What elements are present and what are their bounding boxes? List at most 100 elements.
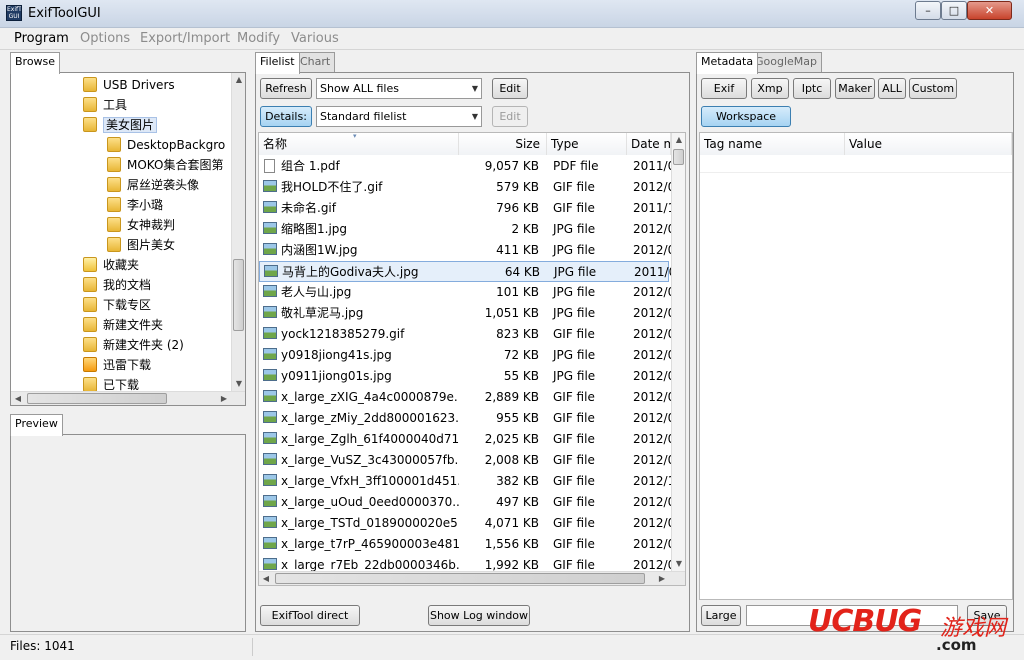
column-header-name[interactable]: 名称 ▾ [259, 133, 459, 155]
file-row[interactable]: x_large_zMiy_2dd800001623... 955 KB GIF fi… [259, 408, 671, 429]
scroll-left-icon[interactable]: ◀ [259, 572, 273, 585]
tree-item-label: 李小璐 [127, 198, 164, 212]
filter-edit-button[interactable]: Edit [492, 78, 528, 99]
folder-icon [107, 137, 121, 152]
image-file-icon [263, 453, 277, 465]
scroll-down-icon[interactable]: ▼ [672, 557, 685, 571]
column-header-tag-name[interactable]: Tag name [700, 133, 845, 155]
iptc-button[interactable]: Iptc [793, 78, 831, 99]
menu-various[interactable]: Various [291, 31, 339, 46]
custom-button[interactable]: Custom [909, 78, 957, 99]
tree-item[interactable]: 迅雷下载 [83, 355, 151, 375]
file-row[interactable]: 内涵图1W.jpg 411 KB JPG file 2012/0 [259, 240, 671, 261]
file-row[interactable]: 未命名.gif 796 KB GIF file 2011/1 [259, 198, 671, 219]
image-file-icon [263, 369, 277, 381]
xmp-button[interactable]: Xmp [751, 78, 789, 99]
tree-item[interactable]: 李小璐 [107, 195, 163, 215]
tree-horizontal-scrollbar[interactable]: ◀ ▶ [11, 391, 245, 405]
tree-hscroll-thumb[interactable] [27, 393, 167, 404]
scroll-down-icon[interactable]: ▼ [232, 377, 245, 391]
file-row[interactable]: 缩略图1.jpg 2 KB JPG file 2012/0 [259, 219, 671, 240]
tab-chart[interactable]: Chart [295, 52, 336, 72]
tree-vertical-scrollbar[interactable]: ▲ ▼ [231, 73, 245, 391]
tree-item[interactable]: 新建文件夹 [83, 315, 163, 335]
filelist-horizontal-scrollbar[interactable]: ◀ ▶ [259, 571, 685, 585]
scroll-up-icon[interactable]: ▲ [232, 73, 245, 87]
file-name: y0918jiong41s.jpg [281, 348, 392, 362]
file-row[interactable]: 敬礼草泥马.jpg 1,051 KB JPG file 2012/0 [259, 303, 671, 324]
file-row[interactable]: 组合 1.pdf 9,057 KB PDF file 2011/0 [259, 156, 671, 177]
tree-item[interactable]: 屌丝逆袭头像 [107, 175, 199, 195]
tree-item[interactable]: 图片美女 [107, 235, 175, 255]
details-button[interactable]: Details: [260, 106, 312, 127]
file-row[interactable]: x_large_zXIG_4a4c0000879e... 2,889 KB GIF … [259, 387, 671, 408]
file-row[interactable]: x_large_VuSZ_3c43000057fb... 2,008 KB GIF … [259, 450, 671, 471]
tab-browse[interactable]: Browse [10, 52, 61, 74]
all-button[interactable]: ALL [878, 78, 906, 99]
view-mode-select[interactable]: Standard filelist ▼ [316, 106, 482, 127]
tab-preview[interactable]: Preview [10, 414, 63, 436]
menu-modify[interactable]: Modify [237, 31, 280, 46]
folder-icon [83, 117, 97, 132]
filelist-scroll-thumb[interactable] [673, 149, 684, 165]
column-header-date[interactable]: Date m [627, 133, 671, 155]
tree-item[interactable]: DesktopBackgro [107, 135, 225, 155]
tree-item[interactable]: 我的文档 [83, 275, 151, 295]
file-row[interactable]: y0911jiong01s.jpg 55 KB JPG file 2012/0 [259, 366, 671, 387]
minimize-button[interactable]: – [915, 1, 941, 20]
maker-button[interactable]: Maker [835, 78, 875, 99]
file-date: 2012/0 [633, 327, 671, 341]
workspace-button[interactable]: Workspace [701, 106, 791, 127]
tree-item[interactable]: 工具 [83, 95, 127, 115]
tree-item[interactable]: 美女图片 [83, 115, 158, 135]
tab-googlemap[interactable]: GoogleMap [750, 52, 823, 72]
file-row[interactable]: x_large_uOud_0eed0000370... 497 KB GIF fil… [259, 492, 671, 513]
scroll-right-icon[interactable]: ▶ [217, 392, 231, 405]
file-row[interactable]: x_large_VfxH_3ff100001d451... 382 KB GIF f… [259, 471, 671, 492]
file-name: 马背上的Godiva夫人.jpg [282, 265, 419, 279]
file-row[interactable]: x_large_t7rP_465900003e481... 1,556 KB GIF… [259, 534, 671, 555]
tree-item[interactable]: MOKO集合套图第 [107, 155, 223, 175]
file-row[interactable]: 老人与山.jpg 101 KB JPG file 2012/0 [259, 282, 671, 303]
close-button[interactable]: ✕ [967, 1, 1012, 20]
tab-metadata[interactable]: Metadata [696, 52, 759, 74]
scroll-left-icon[interactable]: ◀ [11, 392, 25, 405]
exiftool-direct-button[interactable]: ExifTool direct [260, 605, 360, 626]
image-file-icon [263, 474, 277, 486]
tree-item[interactable]: 新建文件夹 (2) [83, 335, 184, 355]
view-edit-button[interactable]: Edit [492, 106, 528, 127]
file-row[interactable]: y0918jiong41s.jpg 72 KB JPG file 2012/0 [259, 345, 671, 366]
column-header-size[interactable]: Size [459, 133, 547, 155]
tree-item[interactable]: USB Drivers [83, 75, 175, 95]
menu-export-import[interactable]: Export/Import [140, 31, 230, 46]
file-row[interactable]: x_large_TSTd_0189000020e5... 4,071 KB GIF … [259, 513, 671, 534]
show-log-button[interactable]: Show Log window [428, 605, 530, 626]
file-date: 2012/0 [633, 390, 671, 404]
tab-filelist[interactable]: Filelist [255, 52, 300, 74]
menu-options[interactable]: Options [80, 31, 130, 46]
file-row[interactable]: yock1218385279.gif 823 KB GIF file 2012/0 [259, 324, 671, 345]
menu-program[interactable]: Program [14, 31, 69, 46]
main-area: Browse USB Drivers 工具 美女图片 DesktopBackgro MO… [0, 50, 1024, 634]
maximize-button[interactable]: □ [941, 1, 967, 20]
file-row[interactable]: 我HOLD不住了.gif 579 KB GIF file 2012/0 [259, 177, 671, 198]
tree-item[interactable]: 收藏夹 [83, 255, 139, 275]
column-header-value[interactable]: Value [845, 133, 1012, 155]
refresh-button[interactable]: Refresh [260, 78, 312, 99]
column-header-type[interactable]: Type [547, 133, 627, 155]
file-type: GIF file [553, 201, 595, 215]
file-filter-select[interactable]: Show ALL files ▼ [316, 78, 482, 99]
tree-item[interactable]: 女神裁判 [107, 215, 175, 235]
tree-scroll-thumb[interactable] [233, 259, 244, 331]
file-row[interactable]: 马背上的Godiva夫人.jpg 64 KB JPG file 2011/0 [259, 261, 671, 282]
filelist-vertical-scrollbar[interactable]: ▲ ▼ [671, 133, 685, 571]
file-filter-value: Show ALL files [320, 82, 399, 95]
file-row[interactable]: x_large_Zglh_61f4000040d71... 2,025 KB GIF… [259, 429, 671, 450]
filelist-hscroll-thumb[interactable] [275, 573, 645, 584]
large-button[interactable]: Large [701, 605, 741, 626]
scroll-up-icon[interactable]: ▲ [672, 133, 685, 147]
scroll-right-icon[interactable]: ▶ [655, 572, 669, 585]
exif-button[interactable]: Exif [701, 78, 747, 99]
tree-item[interactable]: 下载专区 [83, 295, 151, 315]
file-type: JPG file [553, 285, 596, 299]
